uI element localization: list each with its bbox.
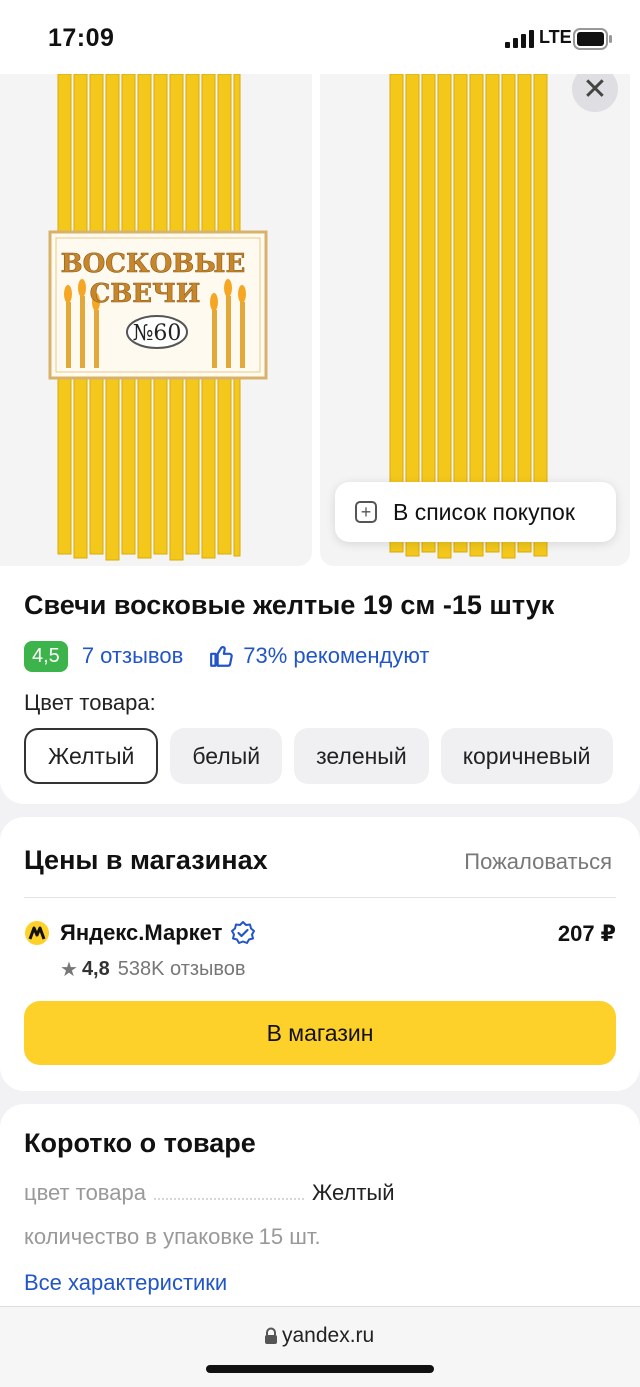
add-to-shopping-list-button[interactable]: + В список покупок (335, 482, 616, 542)
spec-key-quantity: количество в упаковке (24, 1224, 255, 1249)
all-specs-link[interactable]: Все характеристики (24, 1270, 227, 1296)
rating-badge: 4,5 (24, 640, 68, 672)
verified-badge-icon (231, 921, 256, 944)
product-info-card: Свечи восковые желтые 19 см -15 штук 4,5… (0, 568, 640, 804)
shop-row[interactable]: Яндекс.Маркет (24, 920, 256, 946)
shop-price: 207 ₽ (557, 921, 616, 946)
candles-package-image: ВОСКОВЫЕ СВЕЧИ №60 (48, 74, 268, 561)
reviews-link[interactable]: 7 отзывов (82, 643, 183, 669)
prices-title: Цены в магазинах (24, 845, 268, 875)
color-option-yellow[interactable]: Желтый (24, 728, 159, 784)
package-number: №60 (133, 321, 182, 346)
color-option-white[interactable]: белый (170, 728, 283, 784)
spec-row-quantity: количество в упаковке 15 шт. (24, 1224, 321, 1250)
product-gallery[interactable]: ВОСКОВЫЕ СВЕЧИ №60 ✕ + В список покупок (0, 74, 640, 568)
spec-row-color: цвет товара Желтый (24, 1180, 624, 1206)
product-title: Свечи восковые желтые 19 см -15 штук (24, 590, 555, 620)
spec-dots (153, 1182, 304, 1200)
status-time: 17:09 (48, 24, 115, 52)
shop-rating: ★ 4,8 538K отзывов (60, 957, 246, 982)
go-to-shop-button[interactable]: В магазин (24, 1001, 616, 1065)
divider (24, 897, 616, 898)
thumbs-up-icon (210, 646, 233, 667)
close-icon: ✕ (582, 74, 608, 106)
shop-name: Яндекс.Маркет (60, 920, 223, 945)
lock-icon (265, 1327, 277, 1344)
signal-icon (505, 30, 534, 48)
network-label: LTE (539, 27, 572, 47)
spec-value-quantity: 15 шт. (258, 1224, 321, 1249)
color-label: Цвет товара: (24, 690, 156, 715)
complain-link[interactable]: Пожаловаться (464, 849, 612, 875)
shop-rating-value: 4,8 (81, 958, 110, 980)
shopping-list-label: В список покупок (393, 498, 575, 525)
url-text: yandex.ru (282, 1324, 375, 1347)
brief-card: Коротко о товаре цвет товара Желтый коли… (0, 1104, 640, 1308)
spec-key-color: цвет товара (24, 1180, 146, 1205)
prices-card: Цены в магазинах Пожаловаться Яндекс.Мар… (0, 817, 640, 1091)
brief-title: Коротко о товаре (24, 1128, 256, 1158)
color-option-green[interactable]: зеленый (294, 728, 429, 784)
shop-reviews-count: 538K отзывов (117, 958, 246, 980)
browser-url-bar[interactable]: yandex.ru (0, 1306, 640, 1387)
spec-value-color: Желтый (311, 1180, 395, 1205)
star-icon: ★ (60, 959, 78, 981)
recommend-link[interactable]: 73% рекомендуют (243, 643, 429, 669)
rating-row: 4,5 7 отзывов 73% рекомендуют (24, 640, 429, 672)
plus-square-icon: + (355, 501, 377, 523)
home-indicator[interactable] (206, 1365, 434, 1373)
yandex-market-logo-icon (25, 921, 49, 945)
product-photo-1[interactable]: ВОСКОВЫЕ СВЕЧИ №60 (0, 74, 312, 566)
package-text-line2: СВЕЧИ (90, 279, 201, 309)
color-options: Желтый белый зеленый коричневый (24, 728, 625, 784)
battery-icon (573, 28, 612, 50)
color-option-brown[interactable]: коричневый (440, 728, 613, 784)
package-text-line1: ВОСКОВЫЕ (61, 249, 246, 279)
status-bar: 17:09 LTE (0, 0, 640, 74)
